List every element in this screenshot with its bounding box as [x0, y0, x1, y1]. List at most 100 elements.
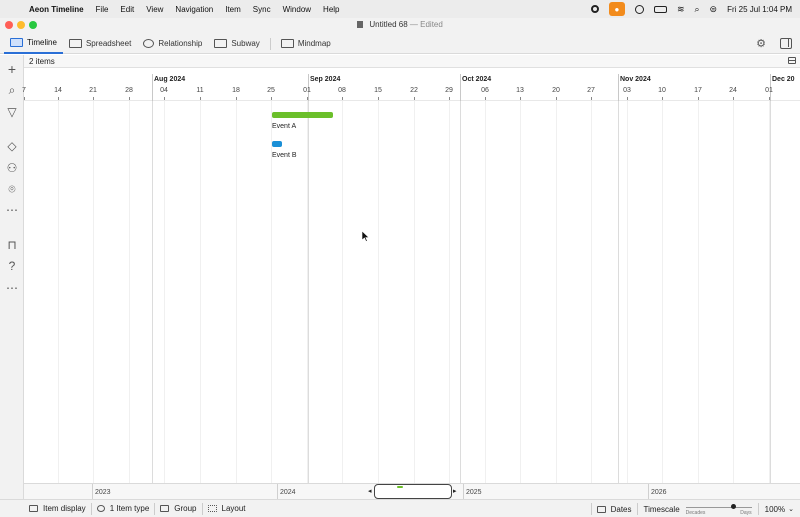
tab-subway-label: Subway — [231, 39, 260, 48]
spotlight-search-icon[interactable]: ⌕ — [694, 4, 699, 15]
ruler-day-tick — [164, 97, 165, 100]
timeline-overview[interactable]: 2023 2024 2025 2026 ◂ ▸ — [24, 483, 800, 500]
timescale-slider[interactable]: Decades Days — [685, 501, 752, 517]
group-label: Group — [174, 504, 197, 513]
add-icon[interactable]: + — [5, 62, 19, 76]
event-label[interactable]: Event A — [272, 123, 296, 130]
grid-week-line — [200, 101, 201, 483]
timeline-canvas[interactable]: Event A Event B — [24, 101, 800, 483]
inspector-panel-toggle-icon[interactable] — [780, 38, 792, 49]
window-titlebar: Untitled 68 — Edited — [0, 18, 800, 34]
filter-icon[interactable]: ▽ — [5, 105, 19, 119]
ruler-day-tick — [307, 97, 308, 100]
grid-month-line — [308, 101, 309, 483]
more-dots-bottom-icon[interactable]: ⋯ — [5, 281, 19, 295]
calendar-icon — [596, 505, 606, 513]
tab-timeline[interactable]: Timeline — [4, 34, 63, 54]
slider-min-label: Decades — [685, 510, 706, 516]
tab-subway[interactable]: Subway — [208, 34, 265, 54]
group-button[interactable]: Group — [155, 500, 201, 517]
slider-max-label: Days — [740, 510, 752, 516]
menu-file[interactable]: File — [96, 5, 109, 14]
menu-bar: Aeon Timeline File Edit View Navigation … — [0, 0, 800, 18]
overview-year-divider — [92, 484, 93, 500]
person-icon[interactable]: ⚇ — [5, 161, 19, 175]
ruler-day-tick — [93, 97, 94, 100]
dates-button[interactable]: Dates — [592, 500, 637, 517]
record-icon[interactable] — [590, 5, 599, 13]
ruler-day-tick — [24, 97, 25, 100]
ruler-day-label: 15 — [374, 87, 382, 94]
item-display-icon — [29, 505, 38, 512]
wifi-icon[interactable]: ≋ — [677, 4, 685, 15]
menu-window[interactable]: Window — [283, 5, 311, 14]
item-display-label: Item display — [43, 504, 86, 513]
grid-month-line — [618, 101, 619, 483]
overview-year: 2024 — [280, 489, 296, 496]
overview-event-marker — [397, 486, 403, 488]
ruler-day-label: 25 — [267, 87, 275, 94]
overview-next-arrow[interactable]: ▸ — [453, 487, 457, 495]
item-count: 2 items — [29, 57, 55, 66]
event-bar[interactable] — [272, 112, 333, 118]
timescale-slider-track — [685, 507, 752, 508]
tab-mindmap[interactable]: Mindmap — [275, 34, 337, 54]
overview-year-divider — [463, 484, 464, 500]
item-type-label: 1 Item type — [109, 504, 150, 513]
overview-prev-arrow[interactable]: ◂ — [368, 487, 372, 495]
ruler-day-label: 03 — [623, 87, 631, 94]
item-type-icon[interactable]: ◇ — [5, 139, 19, 153]
ruler-month-label: Dec 20 — [772, 76, 795, 83]
bookmark-icon[interactable]: ⊓ — [5, 238, 19, 252]
overview-visible-range-handle[interactable] — [374, 484, 452, 499]
item-type-button[interactable]: 1 Item type — [92, 500, 155, 517]
ruler-month-divider — [152, 74, 153, 101]
search-icon[interactable]: ⌕ — [5, 83, 19, 97]
menu-clock[interactable]: Fri 25 Jul 1:04 PM — [727, 5, 792, 14]
menu-navigation[interactable]: Navigation — [175, 5, 213, 14]
ruler-month-divider — [618, 74, 619, 101]
event-label[interactable]: Event B — [272, 152, 297, 159]
grid-week-line — [414, 101, 415, 483]
timescale-slider-knob[interactable] — [730, 504, 736, 509]
tab-relationship-label: Relationship — [158, 39, 203, 48]
items-options-icon[interactable] — [788, 57, 796, 64]
user-circle-icon[interactable] — [634, 4, 644, 14]
control-center-icon[interactable]: ⊜ — [710, 4, 718, 15]
toolbar-divider — [269, 37, 271, 50]
ruler-day-label: 29 — [445, 87, 453, 94]
item-display-button[interactable]: Item display — [24, 500, 91, 517]
dates-label: Dates — [610, 504, 632, 514]
battery-icon[interactable] — [653, 5, 667, 13]
ruler-month-label: Sep 2024 — [310, 76, 341, 83]
zoom-dropdown[interactable]: 100% ⌄ — [759, 505, 800, 514]
ruler-day-tick — [520, 97, 521, 100]
menu-item[interactable]: Item — [225, 5, 241, 14]
menu-sync[interactable]: Sync — [253, 5, 271, 14]
ruler-day-label: 22 — [410, 87, 418, 94]
menu-help[interactable]: Help — [323, 5, 339, 14]
ruler-day-tick — [733, 97, 734, 100]
event-bar[interactable] — [272, 141, 282, 147]
menu-app-name[interactable]: Aeon Timeline — [29, 5, 84, 14]
location-pin-icon[interactable]: ⌾ — [5, 182, 19, 196]
microphone-icon[interactable]: ● — [608, 2, 625, 16]
help-icon[interactable]: ? — [5, 259, 19, 273]
gear-icon[interactable]: ⚙ — [755, 38, 767, 50]
ruler-day-label: 11 — [196, 87, 204, 94]
more-dots-icon[interactable]: ⋯ — [5, 203, 19, 217]
status-right-group: Dates Timescale Decades Days 100% ⌄ — [590, 500, 800, 517]
layout-icon — [207, 505, 217, 512]
layout-button[interactable]: Layout — [203, 500, 251, 517]
timeline-ruler[interactable]: Aug 2024 Sep 2024 Oct 2024 Nov 2024 Dec 20 7 1… — [22, 69, 800, 101]
tab-spreadsheet[interactable]: Spreadsheet — [63, 34, 137, 54]
menu-edit[interactable]: Edit — [120, 5, 134, 14]
grid-week-line — [662, 101, 663, 483]
menu-view[interactable]: View — [146, 5, 163, 14]
overview-year-divider — [277, 484, 278, 500]
zoom-value: 100% — [764, 504, 786, 514]
ruler-day-tick — [129, 97, 130, 100]
tab-timeline-label: Timeline — [27, 38, 57, 47]
tab-relationship[interactable]: Relationship — [137, 34, 208, 54]
ruler-month-label: Oct 2024 — [462, 76, 492, 83]
